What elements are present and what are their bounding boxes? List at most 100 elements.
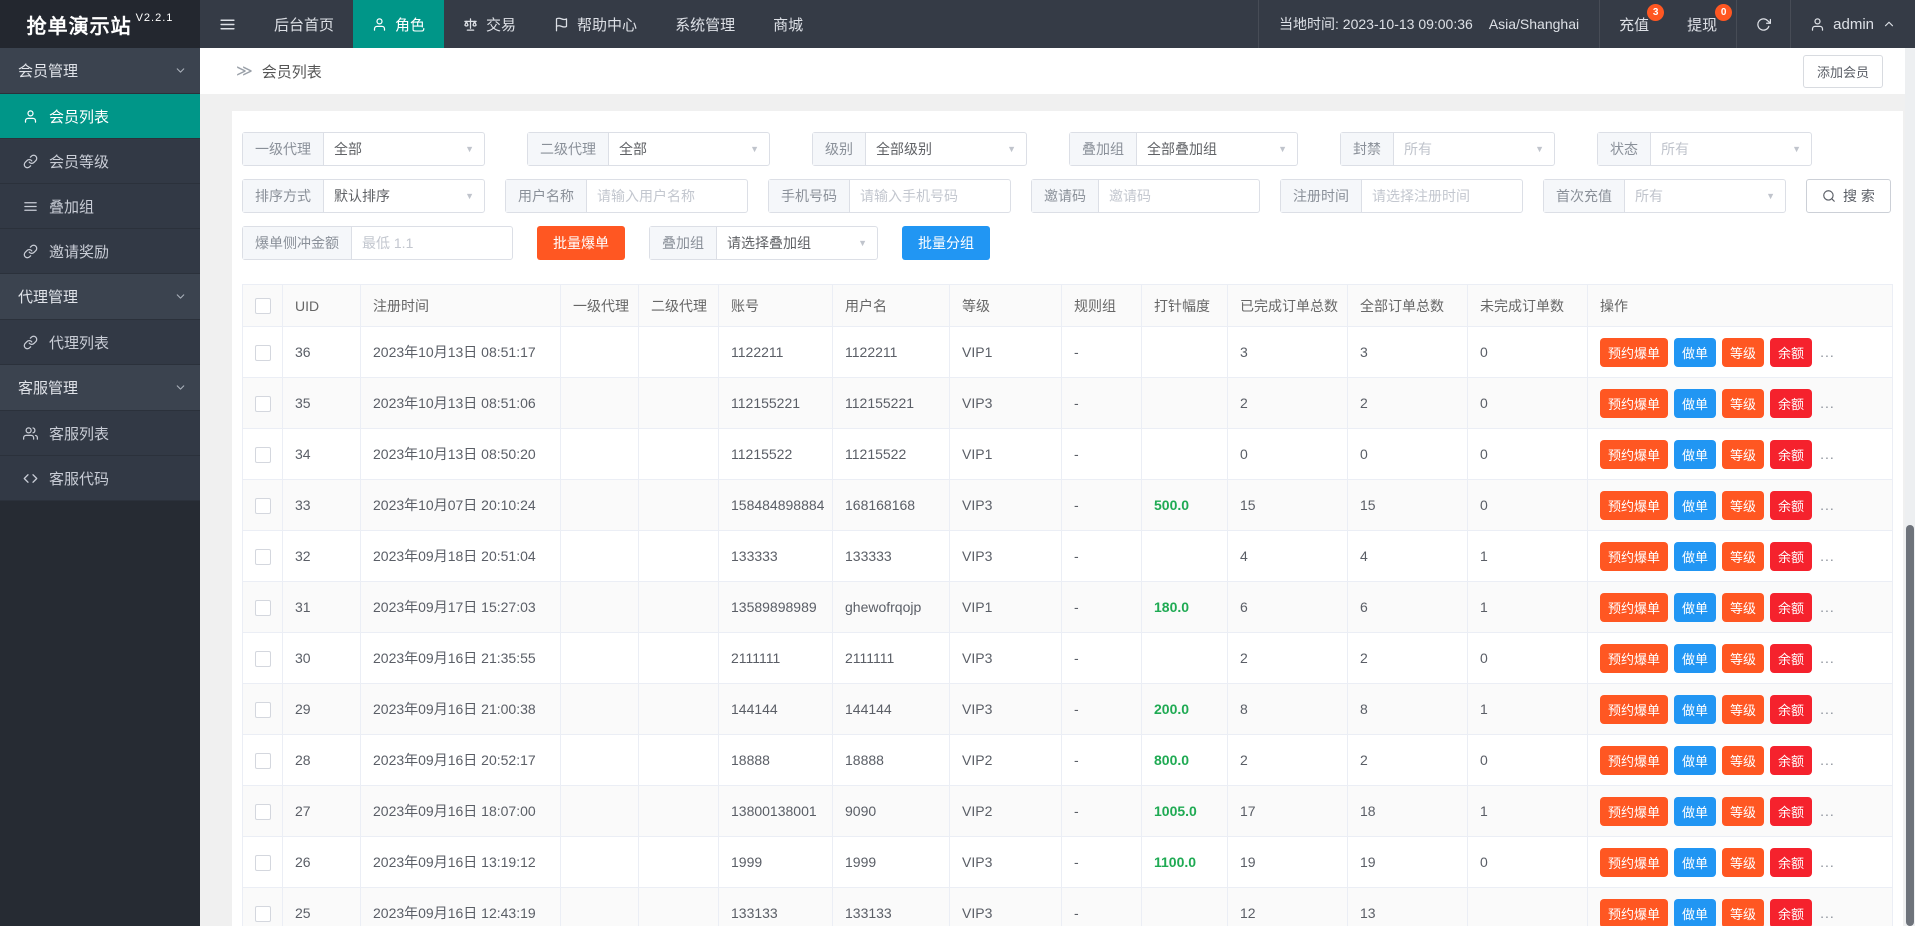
row-more-button[interactable]: ...: [1818, 497, 1835, 513]
nav-item-dashboard[interactable]: 后台首页: [255, 0, 353, 48]
row-more-button[interactable]: ...: [1818, 701, 1835, 717]
row-action-make-order[interactable]: 做单: [1674, 694, 1717, 724]
nav-item-system[interactable]: 系统管理: [656, 0, 754, 48]
row-action-level[interactable]: 等级: [1722, 643, 1765, 673]
filter-primary-agent-dropdown[interactable]: 全部 ▼: [324, 133, 484, 165]
row-action-balance[interactable]: 余额: [1770, 490, 1813, 520]
row-action-balance[interactable]: 余额: [1770, 439, 1813, 469]
sidebar-item-agent-list[interactable]: 代理列表: [0, 320, 200, 365]
row-checkbox[interactable]: [255, 395, 271, 412]
row-action-reserve-burst[interactable]: 预约爆单: [1600, 694, 1669, 724]
row-checkbox[interactable]: [255, 599, 271, 616]
row-action-balance[interactable]: 余额: [1770, 388, 1813, 418]
page-scrollbar[interactable]: [1905, 48, 1915, 926]
row-action-make-order[interactable]: 做单: [1674, 745, 1717, 775]
sidebar-item-service-list[interactable]: 客服列表: [0, 411, 200, 456]
filter-sort-dropdown[interactable]: 默认排序 ▼: [324, 180, 484, 212]
row-action-make-order[interactable]: 做单: [1674, 898, 1717, 926]
row-action-reserve-burst[interactable]: 预约爆单: [1600, 745, 1669, 775]
row-action-reserve-burst[interactable]: 预约爆单: [1600, 388, 1669, 418]
row-action-level[interactable]: 等级: [1722, 541, 1765, 571]
row-checkbox[interactable]: [255, 701, 271, 718]
sidebar-group-agent-management[interactable]: 代理管理: [0, 274, 200, 320]
refresh-button[interactable]: [1736, 0, 1790, 48]
filter-secondary-agent-dropdown[interactable]: 全部 ▼: [609, 133, 769, 165]
add-member-button[interactable]: 添加会员: [1802, 54, 1883, 88]
row-action-balance[interactable]: 余额: [1770, 847, 1813, 877]
row-more-button[interactable]: ...: [1818, 752, 1835, 768]
nav-item-roles[interactable]: 角色: [353, 0, 445, 48]
row-action-balance[interactable]: 余额: [1770, 541, 1813, 571]
row-action-balance[interactable]: 余额: [1770, 898, 1813, 926]
row-action-reserve-burst[interactable]: 预约爆单: [1600, 898, 1669, 926]
row-more-button[interactable]: ...: [1818, 854, 1835, 870]
nav-item-mall[interactable]: 商城: [754, 0, 822, 48]
row-action-level[interactable]: 等级: [1722, 388, 1765, 418]
row-more-button[interactable]: ...: [1818, 395, 1835, 411]
filter-phone-input[interactable]: [850, 180, 1010, 212]
row-action-reserve-burst[interactable]: 预约爆单: [1600, 490, 1669, 520]
filter-overlay-group-dropdown[interactable]: 全部叠加组 ▼: [1137, 133, 1297, 165]
sidebar-item-member-list[interactable]: 会员列表: [0, 94, 200, 139]
filter-burst-amount-input[interactable]: [352, 227, 512, 259]
row-action-make-order[interactable]: 做单: [1674, 388, 1717, 418]
row-action-balance[interactable]: 余额: [1770, 745, 1813, 775]
filter-ban-dropdown[interactable]: 所有 ▼: [1394, 133, 1554, 165]
sidebar-group-service-management[interactable]: 客服管理: [0, 365, 200, 411]
filter-reg-time-input[interactable]: [1362, 180, 1522, 212]
sidebar-item-invite-reward[interactable]: 邀请奖励: [0, 229, 200, 274]
row-action-level[interactable]: 等级: [1722, 337, 1765, 367]
filter-invite-code-input[interactable]: [1099, 180, 1259, 212]
row-checkbox[interactable]: [255, 344, 271, 361]
filter-status-dropdown[interactable]: 所有 ▼: [1651, 133, 1811, 165]
row-action-level[interactable]: 等级: [1722, 898, 1765, 926]
row-action-level[interactable]: 等级: [1722, 592, 1765, 622]
row-action-make-order[interactable]: 做单: [1674, 439, 1717, 469]
row-action-level[interactable]: 等级: [1722, 847, 1765, 877]
row-checkbox[interactable]: [255, 803, 271, 820]
row-action-balance[interactable]: 余额: [1770, 694, 1813, 724]
sidebar-group-member-management[interactable]: 会员管理: [0, 48, 200, 94]
row-action-make-order[interactable]: 做单: [1674, 490, 1717, 520]
row-action-level[interactable]: 等级: [1722, 694, 1765, 724]
batch-burst-button[interactable]: 批量爆单: [537, 226, 625, 260]
recharge-button[interactable]: 充值 3: [1599, 0, 1668, 48]
sidebar-item-overlay-group[interactable]: 叠加组: [0, 184, 200, 229]
row-more-button[interactable]: ...: [1818, 344, 1835, 360]
row-action-level[interactable]: 等级: [1722, 439, 1765, 469]
withdraw-button[interactable]: 提现 0: [1668, 0, 1736, 48]
row-action-make-order[interactable]: 做单: [1674, 643, 1717, 673]
row-checkbox[interactable]: [255, 548, 271, 565]
filter-batch-overlay-group-dropdown[interactable]: 请选择叠加组 ▼: [717, 227, 877, 259]
sidebar-item-service-code[interactable]: 客服代码: [0, 456, 200, 501]
row-action-reserve-burst[interactable]: 预约爆单: [1600, 592, 1669, 622]
row-action-reserve-burst[interactable]: 预约爆单: [1600, 541, 1669, 571]
row-checkbox[interactable]: [255, 497, 271, 514]
row-action-balance[interactable]: 余额: [1770, 643, 1813, 673]
batch-group-button[interactable]: 批量分组: [902, 226, 990, 260]
filter-username-input[interactable]: [587, 180, 747, 212]
row-more-button[interactable]: ...: [1818, 446, 1835, 462]
row-action-reserve-burst[interactable]: 预约爆单: [1600, 439, 1669, 469]
row-more-button[interactable]: ...: [1818, 905, 1835, 921]
row-more-button[interactable]: ...: [1818, 650, 1835, 666]
row-checkbox[interactable]: [255, 650, 271, 667]
row-action-balance[interactable]: 余额: [1770, 337, 1813, 367]
sidebar-toggle[interactable]: [200, 0, 255, 48]
row-checkbox[interactable]: [255, 752, 271, 769]
row-action-balance[interactable]: 余额: [1770, 796, 1813, 826]
row-action-level[interactable]: 等级: [1722, 796, 1765, 826]
row-action-reserve-burst[interactable]: 预约爆单: [1600, 796, 1669, 826]
row-action-reserve-burst[interactable]: 预约爆单: [1600, 643, 1669, 673]
row-action-reserve-burst[interactable]: 预约爆单: [1600, 847, 1669, 877]
row-action-make-order[interactable]: 做单: [1674, 592, 1717, 622]
row-action-make-order[interactable]: 做单: [1674, 541, 1717, 571]
filter-level-dropdown[interactable]: 全部级别 ▼: [866, 133, 1026, 165]
row-action-make-order[interactable]: 做单: [1674, 796, 1717, 826]
row-more-button[interactable]: ...: [1818, 548, 1835, 564]
row-checkbox[interactable]: [255, 905, 271, 922]
row-action-reserve-burst[interactable]: 预约爆单: [1600, 337, 1669, 367]
row-action-level[interactable]: 等级: [1722, 490, 1765, 520]
row-action-make-order[interactable]: 做单: [1674, 337, 1717, 367]
row-action-balance[interactable]: 余额: [1770, 592, 1813, 622]
